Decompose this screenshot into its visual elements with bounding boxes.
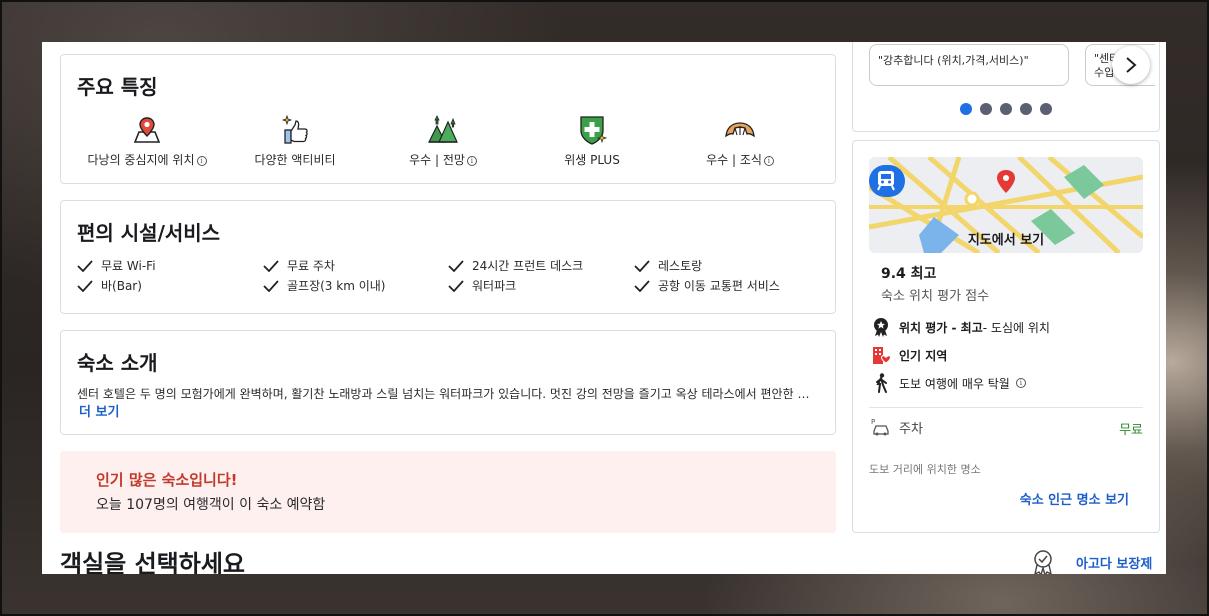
croissant-icon <box>725 122 755 138</box>
feature-item-breakfast: 우수 | 조식 i <box>655 113 825 168</box>
location-rating-label: 위치 평가 - 최고 <box>899 320 983 335</box>
car-parking-icon: P <box>871 418 889 436</box>
chevron-right-icon <box>1126 57 1137 73</box>
feature-label: 위생 PLUS <box>564 153 620 167</box>
amenity-item: 공항 이동 교통편 서비스 <box>634 277 780 294</box>
location-rating-detail: - 도심에 위치 <box>982 320 1050 335</box>
hygiene-shield-icon <box>580 116 608 145</box>
svg-text:P: P <box>871 418 875 426</box>
about-title: 숙소 소개 <box>77 351 158 375</box>
feature-label: 다양한 액티비티 <box>254 153 336 167</box>
map-preview[interactable]: 지도에서 보기 <box>869 157 1143 253</box>
booking-count-text: 오늘 107명의 여행객이 이 숙소 예약함 <box>96 497 326 513</box>
walking-person-icon <box>876 373 887 393</box>
feature-item-location: 다낭의 중심지에 위치 i <box>62 113 232 168</box>
key-features-title: 주요 특징 <box>77 75 158 99</box>
property-description: 센터 호텔은 두 명의 모험가에게 완벽하며, 활기찬 노래방과 스릴 넘치는 … <box>77 387 817 401</box>
feature-item-hygiene: 위생 PLUS <box>507 113 677 168</box>
booking-count: 107 <box>126 497 153 513</box>
browser-viewport: 주요 특징 다낭의 중심지에 위치 i 다양한 액티비티 우수 | 전망 i 위… <box>42 42 1166 574</box>
carousel-dot[interactable] <box>960 103 972 115</box>
map-view-label[interactable]: 지도에서 보기 <box>869 229 1143 248</box>
checkmark-icon <box>263 259 279 272</box>
map-pin-icon <box>133 117 161 143</box>
feature-label: 다낭의 중심지에 위치 <box>87 153 195 167</box>
amenity-item: 무료 주차 <box>263 257 335 274</box>
amenity-item: 바(Bar) <box>77 277 142 294</box>
location-score: 9.4 최고 <box>881 266 937 282</box>
amenity-item: 골프장(3 km 이내) <box>263 277 385 294</box>
amenity-item: 레스토랑 <box>634 257 702 274</box>
amenity-label: 24시간 프런트 데스크 <box>472 259 584 273</box>
nearby-attractions-link[interactable]: 숙소 인근 명소 보기 <box>853 489 1129 508</box>
parking-price: 무료 <box>1119 423 1143 438</box>
checkmark-icon <box>634 279 650 292</box>
guarantee-ribbon-icon <box>1034 550 1052 574</box>
checkmark-icon <box>263 279 279 292</box>
amenity-label: 무료 Wi-Fi <box>101 259 156 273</box>
info-icon[interactable]: i <box>1015 378 1026 388</box>
amenity-label: 골프장(3 km 이내) <box>287 279 386 293</box>
amenities-card: 편의 시설/서비스 무료 Wi-Fi 무료 주차 24시간 프런트 데스크 레스… <box>60 200 836 314</box>
award-badge-icon <box>874 318 888 337</box>
checkmark-icon <box>634 259 650 272</box>
property-description-card: 숙소 소개 센터 호텔은 두 명의 모험가에게 완벽하며, 활기찬 노래방과 스… <box>60 330 836 435</box>
amenities-title: 편의 시설/서비스 <box>77 221 221 245</box>
walkability-label: 도보 여행에 매우 탁월 <box>899 376 1010 391</box>
feature-label: 우수 | 전망 <box>409 153 465 167</box>
walkability-row: 도보 여행에 매우 탁월 i <box>871 373 1026 393</box>
nearby-caption: 도보 거리에 위치한 명소 <box>869 463 981 475</box>
checkmark-icon <box>77 279 93 292</box>
amenity-item: 24시간 프런트 데스크 <box>448 257 583 274</box>
popular-area-row: 인기 지역 <box>871 345 947 365</box>
room-selection-heading: 객실을 선택하세요 <box>60 550 245 574</box>
feature-item-view: 우수 | 전망 i <box>358 113 528 168</box>
landscape-icon <box>428 115 458 143</box>
popular-property-banner: 인기 많은 숙소입니다! 오늘 107명의 여행객이 이 숙소 예약함 <box>60 451 836 533</box>
info-icon[interactable]: i <box>466 156 477 166</box>
amenity-label: 바(Bar) <box>101 279 142 293</box>
carousel-dot[interactable] <box>1040 103 1052 115</box>
checkmark-icon <box>77 259 93 272</box>
key-features-card: 주요 특징 다낭의 중심지에 위치 i 다양한 액티비티 우수 | 전망 i 위… <box>60 54 836 184</box>
amenity-label: 공항 이동 교통편 서비스 <box>658 279 780 293</box>
location-score-caption: 숙소 위치 평가 점수 <box>881 289 990 304</box>
checkmark-icon <box>448 279 464 292</box>
carousel-dot[interactable] <box>1020 103 1032 115</box>
feature-item-activities: 다양한 액티비티 <box>210 113 380 168</box>
info-icon[interactable]: i <box>763 156 774 166</box>
carousel-dot[interactable] <box>1000 103 1012 115</box>
divider <box>869 407 1143 408</box>
info-icon[interactable]: i <box>196 156 207 166</box>
building-heart-icon <box>873 347 891 364</box>
amenity-item: 무료 Wi-Fi <box>77 257 156 274</box>
read-more-link[interactable]: 더 보기 <box>79 401 119 420</box>
popular-area-label: 인기 지역 <box>899 348 948 363</box>
agoda-guarantee-link[interactable]: 아고다 보장제 <box>1030 549 1152 574</box>
amenity-label: 워터파크 <box>472 279 517 293</box>
popular-title: 인기 많은 숙소입니다! <box>96 471 238 489</box>
location-rating-row: 위치 평가 - 최고 - 도심에 위치 <box>871 317 1050 337</box>
amenity-item: 워터파크 <box>448 277 516 294</box>
feature-label: 우수 | 조식 <box>706 153 762 167</box>
checkmark-icon <box>448 259 464 272</box>
carousel-next-button[interactable] <box>1112 46 1150 84</box>
carousel-dot[interactable] <box>980 103 992 115</box>
review-quote[interactable]: "강추합니다 (위치,가격,서비스)" <box>869 44 1069 86</box>
thumbs-up-icon <box>281 114 308 144</box>
location-card: 지도에서 보기 9.4 최고 숙소 위치 평가 점수 위치 평가 - 최고 - … <box>852 140 1160 533</box>
amenity-label: 무료 주차 <box>287 259 335 273</box>
parking-label: 주차 <box>899 421 923 437</box>
guarantee-label[interactable]: 아고다 보장제 <box>1076 553 1152 572</box>
parking-row: P 주차 <box>871 417 923 437</box>
amenity-label: 레스토랑 <box>658 259 703 273</box>
